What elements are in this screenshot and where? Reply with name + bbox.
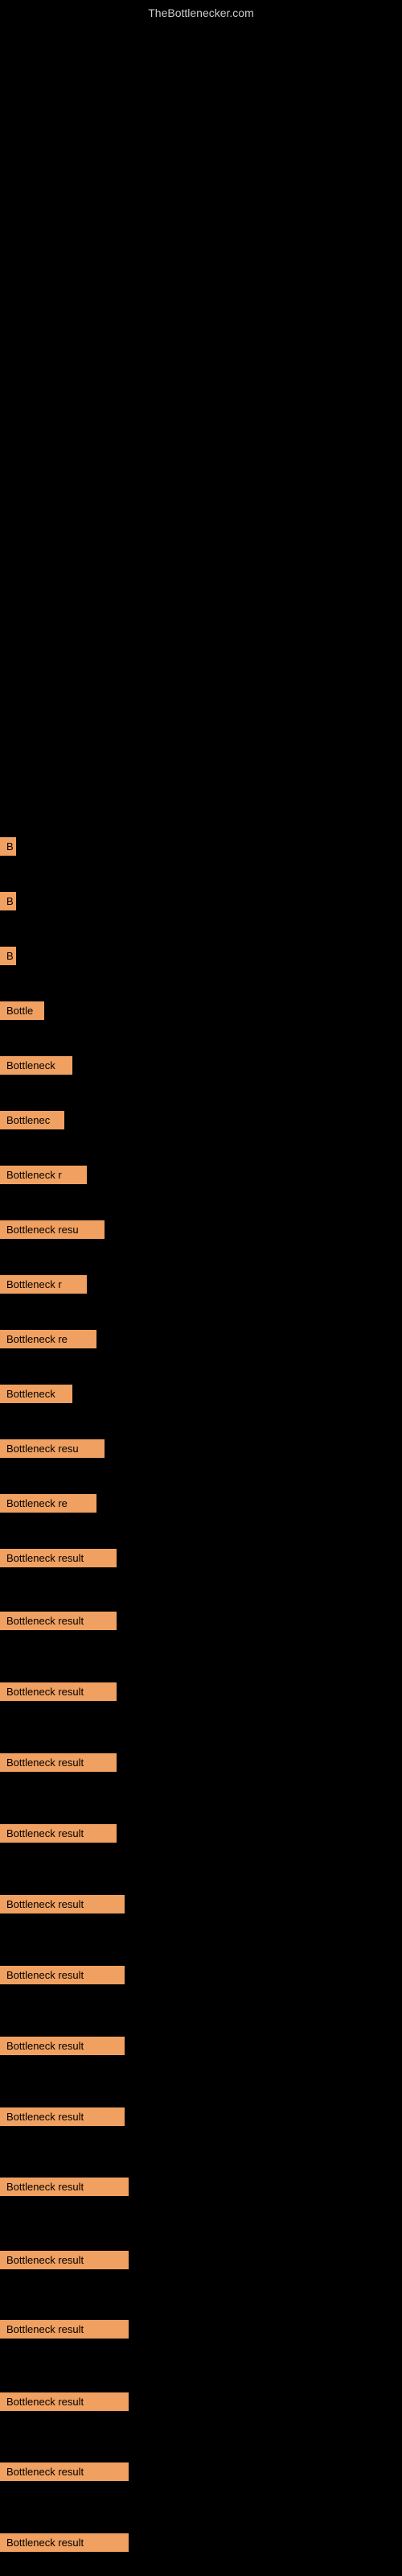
bottleneck-result-item: Bottleneck result [0, 1824, 117, 1843]
bottleneck-result-item: Bottleneck result [0, 2037, 125, 2055]
bottleneck-result-item: B [0, 837, 16, 856]
bottleneck-result-item: B [0, 947, 16, 965]
bottleneck-result-item: Bottleneck result [0, 1895, 125, 1913]
bottleneck-result-item: Bottleneck result [0, 1682, 117, 1701]
bottleneck-result-item: Bottleneck result [0, 2107, 125, 2126]
bottleneck-result-item: Bottleneck re [0, 1494, 96, 1513]
bottleneck-result-item: Bottleneck r [0, 1275, 87, 1294]
bottleneck-result-item: Bottlenec [0, 1111, 64, 1129]
bottleneck-result-item: Bottle [0, 1001, 44, 1020]
bottleneck-result-item: Bottleneck re [0, 1330, 96, 1348]
bottleneck-result-item: Bottleneck [0, 1385, 72, 1403]
bottleneck-result-item: Bottleneck r [0, 1166, 87, 1184]
bottleneck-result-item: Bottleneck result [0, 2462, 129, 2481]
bottleneck-result-item: Bottleneck result [0, 1966, 125, 1984]
bottleneck-result-item: Bottleneck result [0, 2178, 129, 2196]
site-title: TheBottlenecker.com [0, 0, 402, 26]
bottleneck-result-item: Bottleneck [0, 1056, 72, 1075]
bottleneck-result-item: Bottleneck result [0, 1549, 117, 1567]
bottleneck-result-item: Bottleneck result [0, 1612, 117, 1630]
bottleneck-result-item: Bottleneck result [0, 2392, 129, 2411]
bottleneck-result-item: Bottleneck result [0, 1753, 117, 1772]
bottleneck-result-item: Bottleneck result [0, 2320, 129, 2339]
bottleneck-result-item: B [0, 892, 16, 910]
bottleneck-result-item: Bottleneck resu [0, 1439, 105, 1458]
bottleneck-result-item: Bottleneck result [0, 2533, 129, 2552]
bottleneck-result-item: Bottleneck result [0, 2251, 129, 2269]
bottleneck-result-item: Bottleneck resu [0, 1220, 105, 1239]
